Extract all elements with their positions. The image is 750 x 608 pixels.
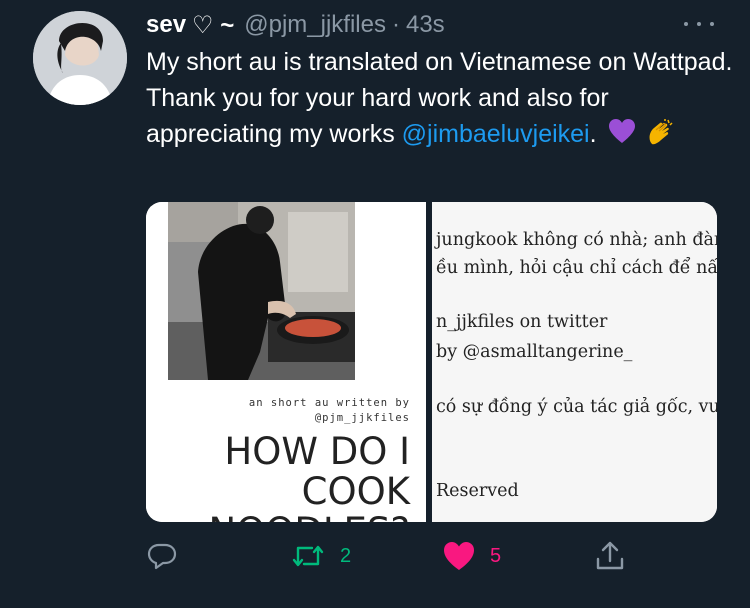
cover-title-line: HOW DO I xyxy=(224,430,410,473)
purple-heart-icon xyxy=(608,119,635,143)
author-handle[interactable]: @pjm_jjkfiles xyxy=(244,11,386,39)
page-text-line: Reserved xyxy=(436,481,519,501)
avatar[interactable] xyxy=(33,11,127,105)
share-icon xyxy=(596,541,624,570)
separator-dot: · xyxy=(391,11,400,38)
reply-button[interactable] xyxy=(146,536,192,576)
tweet-body-end: . xyxy=(589,120,597,148)
cover-title-line: COOK xyxy=(301,470,410,513)
like-count: 5 xyxy=(490,544,502,567)
page-text-line: có sự đồng ý của tác giả gốc, vui l xyxy=(436,397,717,417)
page-text-line: n_jjkfiles on twitter xyxy=(436,312,608,332)
heart-icon xyxy=(444,542,474,570)
tweet-text: My short au is translated on Vietnamese … xyxy=(146,44,736,152)
more-dot xyxy=(684,22,688,26)
tweet-actions: 2 5 xyxy=(146,536,636,576)
more-dot xyxy=(697,22,701,26)
cover-credit-line: @pjm_jjkfiles xyxy=(314,412,410,424)
media-image-cover[interactable]: an short au written by @pjm_jjkfiles HOW… xyxy=(146,202,426,522)
cover-title-line: NOODLES? xyxy=(208,512,410,523)
mention-link[interactable]: @jimbaeluvjeikei xyxy=(402,120,590,148)
more-options-icon[interactable] xyxy=(684,12,714,36)
cover-credit: an short au written by @pjm_jjkfiles xyxy=(249,396,410,426)
page-text-line: jungkook không có nhà; anh đành xyxy=(436,230,717,250)
page-text-line: ều mình, hỏi cậu chỉ cách để nấu m xyxy=(436,258,717,278)
media-image-page[interactable]: jungkook không có nhà; anh đành ều mình,… xyxy=(432,202,717,522)
avatar-photo xyxy=(33,11,127,105)
share-button[interactable] xyxy=(594,536,626,576)
cover-title: HOW DO I COOK NOODLES? xyxy=(208,430,410,523)
cover-photo xyxy=(168,202,355,380)
page-text-line: by @asmalltangerine_ xyxy=(436,342,633,362)
cover-credit-line: an short au written by xyxy=(248,397,410,409)
like-button[interactable]: 5 xyxy=(442,536,501,576)
retweet-button[interactable]: 2 xyxy=(290,536,351,576)
retweet-count: 2 xyxy=(340,544,352,567)
author-name[interactable]: sev xyxy=(146,11,186,39)
reply-icon xyxy=(147,543,177,570)
author-name-decoration: ♡ ~ xyxy=(192,11,235,39)
tweet-header: sev ♡ ~ @pjm_jjkfiles · 43s xyxy=(146,8,445,42)
clapping-hands-icon xyxy=(650,119,673,145)
retweet-icon xyxy=(292,545,324,567)
media-attachment[interactable]: an short au written by @pjm_jjkfiles HOW… xyxy=(146,202,717,522)
timestamp[interactable]: 43s xyxy=(406,11,445,39)
more-dot xyxy=(710,22,714,26)
